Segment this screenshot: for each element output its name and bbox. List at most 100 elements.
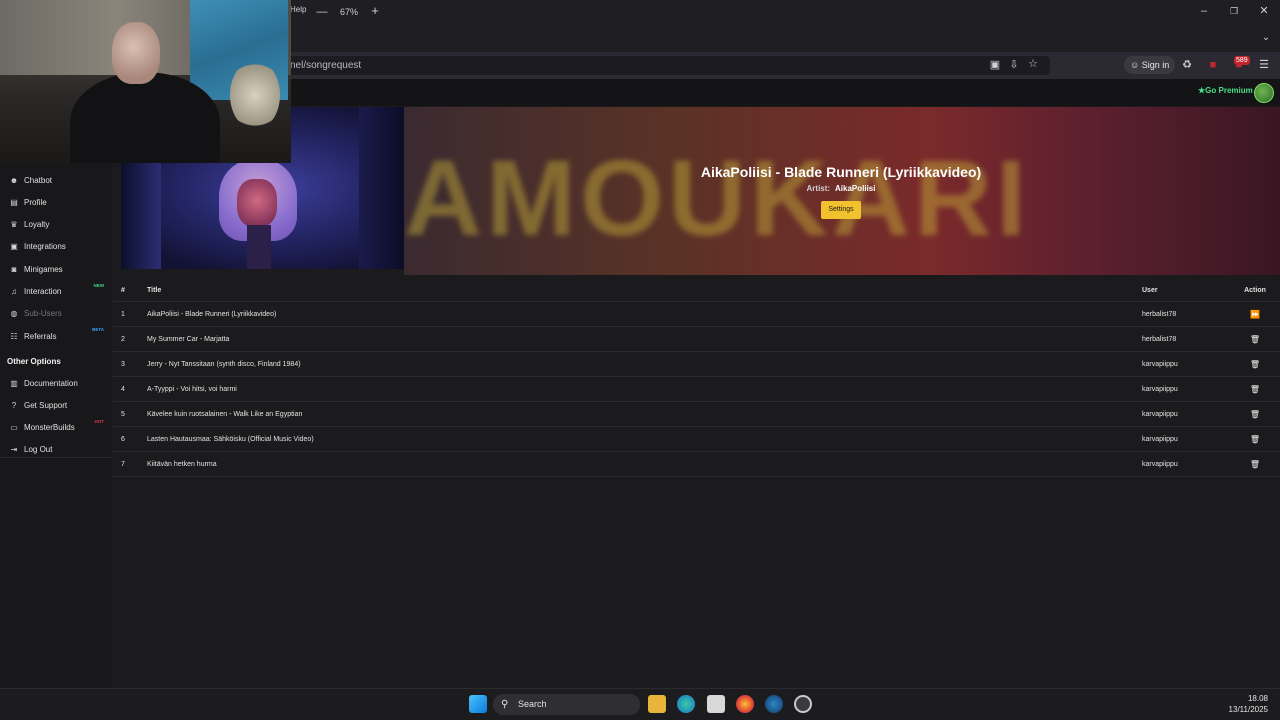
- trash-icon[interactable]: 🗑: [1231, 402, 1279, 427]
- sidebar-item-referrals[interactable]: ☷ Referrals BETA: [0, 326, 112, 346]
- sidebar-item-label: Loyalty: [24, 220, 50, 230]
- zoom-level[interactable]: 67%: [338, 5, 360, 19]
- extensions-icon[interactable]: ♻: [1181, 58, 1193, 72]
- sidebar-item-interaction[interactable]: ♫ Interaction NEW: [0, 282, 112, 302]
- store-icon[interactable]: [707, 695, 725, 713]
- laptop-icon: ▭: [10, 423, 18, 433]
- restore-icon[interactable]: ❐: [1228, 4, 1240, 18]
- trash-icon[interactable]: 🗑: [1231, 427, 1279, 452]
- header-number: #: [121, 287, 125, 294]
- sidebar-item-label: MonsterBuilds: [24, 423, 75, 433]
- row-number: 5: [121, 411, 125, 418]
- trash-icon[interactable]: 🗑: [1231, 452, 1279, 477]
- sidebar-item-chatbot[interactable]: ☻ Chatbot: [0, 170, 112, 190]
- row-number: 6: [121, 436, 125, 443]
- music-icon: ♫: [11, 287, 17, 296]
- row-title: Kiitävän hetken hurma: [147, 461, 217, 468]
- url-input[interactable]: nel/songrequest: [280, 56, 1050, 75]
- now-playing-artist: Artist: AikaPoliisi: [807, 184, 876, 193]
- book-icon: ▥: [10, 378, 18, 388]
- table-row: 5 Käveleе kuin ruotsalainen - Walk Like a…: [113, 402, 1280, 427]
- video-performer-neck: [247, 225, 271, 269]
- hamburger-menu-icon[interactable]: ☰: [1258, 58, 1270, 72]
- addon-icon[interactable]: ■: [1207, 58, 1219, 72]
- download-icon[interactable]: ⇩: [1008, 58, 1020, 72]
- sidebar-item-get-support[interactable]: ? Get Support: [0, 395, 112, 415]
- picture-in-picture-icon[interactable]: ▣: [989, 58, 1001, 72]
- artist-value: AikaPoliisi: [835, 184, 876, 193]
- sidebar-item-label: Integrations: [24, 242, 66, 252]
- chevron-down-icon[interactable]: ⌄: [1260, 31, 1272, 45]
- row-user: karvapiippu: [1142, 386, 1178, 393]
- search-icon: ⚲: [501, 699, 509, 710]
- sidebar-item-minigames[interactable]: ◙ Minigames: [0, 259, 112, 279]
- zoom-in-button[interactable]: +: [369, 4, 381, 18]
- windows-start-icon[interactable]: [469, 695, 487, 713]
- webcam-lamp: [230, 60, 280, 130]
- sign-in-button[interactable]: ☺ Sign in: [1124, 56, 1176, 74]
- sidebar-item-label: Log Out: [24, 445, 53, 455]
- sidebar-item-documentation[interactable]: ▥ Documentation: [0, 373, 112, 393]
- app-icon[interactable]: [794, 695, 812, 713]
- settings-button[interactable]: Settings: [821, 201, 861, 219]
- table-row: 2 My Summer Car - Marjatta herbalist78 🗑: [113, 327, 1280, 352]
- video-performer-face: [237, 179, 277, 227]
- table-body: 1 AikaPoliisi - Blade Runneri (Lyriikkavi…: [113, 302, 1280, 477]
- profile-icon: ▤: [10, 197, 18, 207]
- sidebar-item-label: Get Support: [24, 400, 68, 410]
- logout-icon: ⇥: [10, 445, 18, 455]
- skip-icon[interactable]: ⏩: [1231, 302, 1279, 327]
- table-row: 7 Kiitävän hetken hurma karvapiippu 🗑: [113, 452, 1280, 477]
- other-options-heading: Other Options: [7, 357, 61, 366]
- row-title: Jerry - Nyt Tanssitaan (synth disco, Fin…: [147, 361, 301, 368]
- table-row: 6 Lasten Hautausmaa: Sähköisku (Official …: [113, 427, 1280, 452]
- go-premium-label: Go Premium: [1205, 86, 1253, 95]
- row-title: My Summer Car - Marjatta: [147, 336, 230, 343]
- gamepad-icon: ◙: [11, 264, 17, 274]
- sidebar-item-monsterbuilds[interactable]: ▭ MonsterBuilds HOT: [0, 418, 112, 438]
- sidebar-item-label: Referrals: [24, 331, 57, 341]
- trash-icon[interactable]: 🗑: [1231, 377, 1279, 402]
- os-taskbar: [0, 688, 1280, 720]
- header-title: Title: [147, 287, 162, 294]
- taskbar-search[interactable]: ⚲ Search: [493, 694, 640, 715]
- webcam-person-head: [112, 22, 160, 84]
- sidebar-item-label: Profile: [24, 197, 47, 207]
- sidebar-item-loyalty[interactable]: ♛ Loyalty: [0, 215, 112, 235]
- video-curtain-right: [359, 107, 404, 269]
- sidebar-item-label: Documentation: [24, 378, 78, 388]
- go-premium-link[interactable]: ★Go Premium: [1198, 86, 1253, 95]
- banner-background-text: AMOUKARI: [404, 137, 1030, 258]
- bookmark-star-icon[interactable]: ☆: [1027, 57, 1039, 71]
- close-icon[interactable]: ✕: [1258, 4, 1270, 18]
- zoom-out-button[interactable]: —: [316, 5, 328, 19]
- sidebar-item-sub-users[interactable]: ◍ Sub-Users: [0, 304, 112, 324]
- row-title: Lasten Hautausmaa: Sähköisku (Official M…: [147, 436, 314, 443]
- sidebar-item-profile[interactable]: ▤ Profile: [0, 192, 112, 212]
- minimize-icon[interactable]: –: [1198, 4, 1210, 18]
- table-row: 4 A-Tyyppi - Voi hitsi, voi harmi karvapii…: [113, 377, 1280, 402]
- sidebar-item-log-out[interactable]: ⇥ Log Out: [0, 440, 112, 460]
- sidebar-item-label: Sub-Users: [24, 309, 62, 319]
- steam-icon[interactable]: [765, 695, 783, 713]
- row-user: karvapiippu: [1142, 411, 1178, 418]
- sidebar-item-integrations[interactable]: ▣ Integrations: [0, 237, 112, 257]
- trash-icon[interactable]: 🗑: [1231, 352, 1279, 377]
- users-icon: ◍: [10, 309, 18, 319]
- row-user: karvapiippu: [1142, 361, 1178, 368]
- song-queue-table: # Title User Action 1 AikaPoliisi - Blade…: [113, 279, 1280, 477]
- trash-icon[interactable]: 🗑: [1231, 327, 1279, 352]
- account-icon: ☺: [1130, 60, 1140, 70]
- puzzle-icon: ▣: [10, 242, 18, 252]
- clock-time[interactable]: 18.08: [1240, 694, 1268, 703]
- firefox-icon[interactable]: [736, 695, 754, 713]
- row-number: 1: [121, 311, 125, 318]
- row-number: 7: [121, 461, 125, 468]
- menu-help[interactable]: Help: [290, 3, 306, 17]
- edge-browser-icon[interactable]: [677, 695, 695, 713]
- clock-date[interactable]: 13/11/2025: [1218, 705, 1268, 714]
- user-avatar[interactable]: [1254, 83, 1274, 103]
- table-row: 1 AikaPoliisi - Blade Runneri (Lyriikkavi…: [113, 302, 1280, 327]
- file-explorer-icon[interactable]: [648, 695, 666, 713]
- search-placeholder: Search: [518, 699, 547, 709]
